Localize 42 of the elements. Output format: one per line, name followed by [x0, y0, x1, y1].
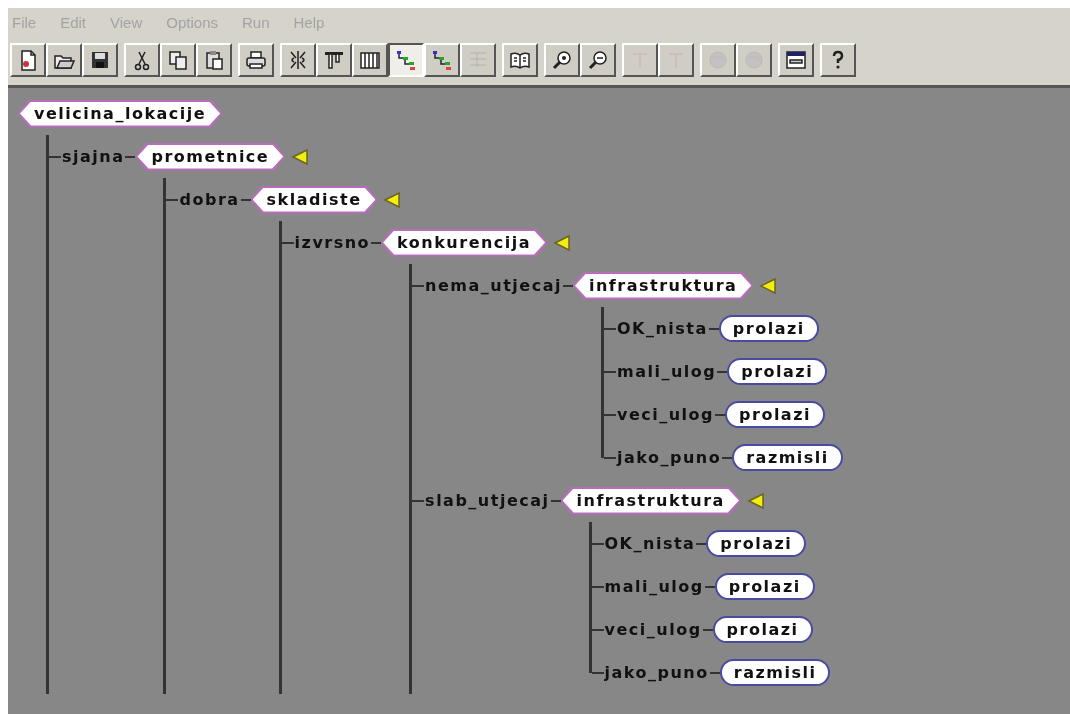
split-arrows-icon — [287, 48, 309, 71]
decision-node[interactable]: konkurencija — [381, 228, 548, 257]
leaf-node[interactable]: prolazi — [727, 358, 828, 385]
branch-label: sjajna — [61, 145, 126, 168]
decision-node[interactable]: velicina_lokacije — [18, 99, 223, 128]
decision-node[interactable]: infrastruktura — [572, 271, 754, 300]
branch-label: veci_ulog — [615, 403, 716, 426]
clipboard-icon — [203, 48, 225, 71]
branch-label: dobra — [178, 188, 241, 211]
triangle-marker-icon[interactable] — [291, 147, 310, 166]
branch-label: OK_nista — [603, 532, 697, 555]
window-icon — [785, 48, 807, 71]
branch-label: veci_ulog — [603, 618, 703, 641]
leaf-node[interactable]: prolazi — [714, 573, 815, 600]
zoom-in-icon — [551, 48, 573, 71]
branch-label: nema_utjecaj — [424, 274, 563, 297]
triangle-marker-icon[interactable] — [553, 233, 572, 252]
triangle-marker-icon[interactable] — [746, 491, 765, 510]
leaf-node[interactable]: razmisli — [719, 659, 831, 686]
branch-label: OK_nista — [615, 317, 709, 340]
zoom-out-icon — [587, 48, 609, 71]
leaf-node[interactable]: prolazi — [706, 530, 807, 557]
decision-node[interactable]: infrastruktura — [560, 486, 741, 515]
tree-diagram-icon — [431, 48, 453, 71]
leaf-node[interactable]: razmisli — [732, 444, 843, 471]
toolbar-button[interactable] — [388, 42, 424, 77]
tree-diagram-icon — [395, 48, 417, 71]
triangle-marker-icon[interactable] — [383, 190, 402, 209]
triangle-marker-icon[interactable] — [759, 276, 778, 295]
branch-label: slab_utjecaj — [424, 489, 551, 512]
printer-icon — [245, 48, 267, 71]
branch-label: mali_ulog — [615, 360, 718, 383]
branch-label: mali_ulog — [603, 575, 705, 598]
decision-node[interactable]: skladiste — [250, 185, 378, 214]
branch-label: jako_puno — [603, 661, 710, 684]
branch-label: jako_puno — [615, 446, 723, 469]
leaf-node[interactable]: prolazi — [712, 616, 813, 643]
leaf-node[interactable]: prolazi — [718, 315, 819, 342]
decision-node[interactable]: prometnice — [135, 142, 286, 171]
branch-label: izvrsno — [293, 231, 372, 254]
copy-icon — [167, 48, 189, 71]
leaf-node[interactable]: prolazi — [725, 401, 825, 428]
